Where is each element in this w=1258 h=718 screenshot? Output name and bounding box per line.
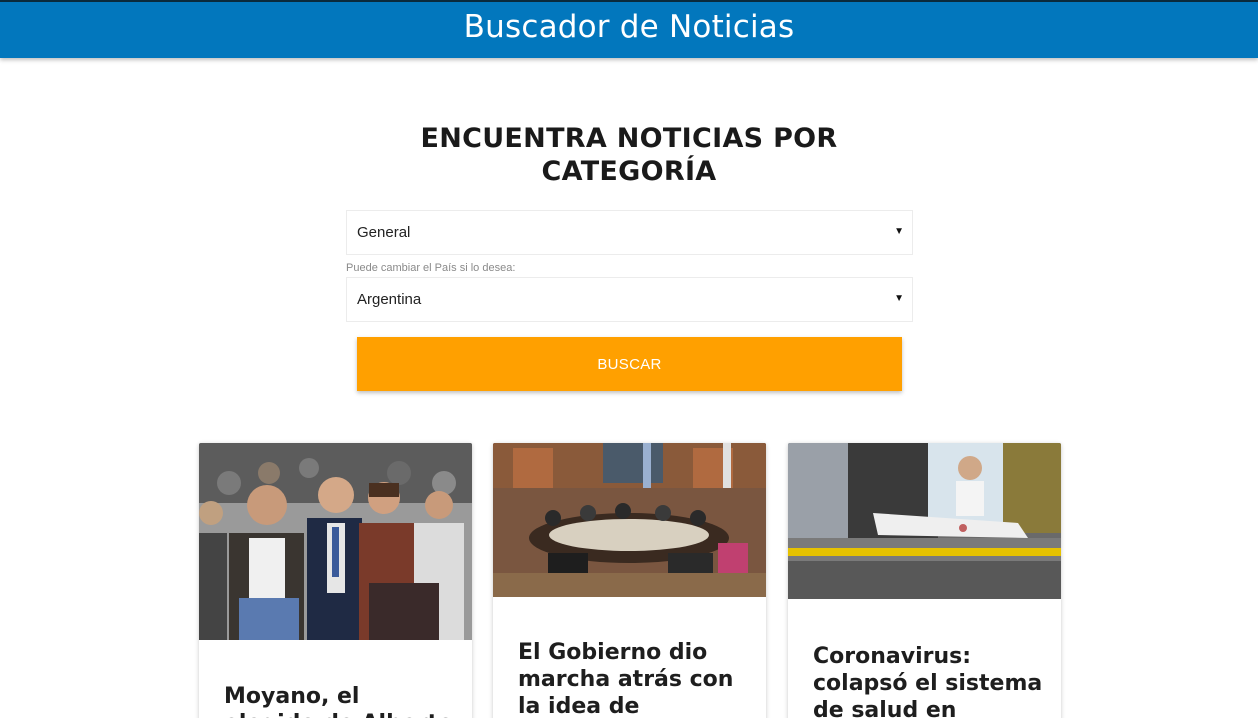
news-card-title[interactable]: Coronavirus: colapsó el sistema de salud…: [813, 643, 1043, 718]
caret-down-icon: ▼: [894, 293, 904, 304]
search-button[interactable]: BUSCAR: [357, 337, 902, 391]
news-card-image[interactable]: [788, 443, 1061, 599]
news-card-image[interactable]: [493, 443, 766, 597]
country-select-value: Argentina: [357, 291, 422, 308]
caret-down-icon: ▼: [894, 226, 904, 237]
news-card-title[interactable]: Moyano, el elegido de Alberto: [224, 683, 454, 718]
country-hint: Puede cambiar el País si lo desea:: [346, 262, 516, 274]
country-select[interactable]: Argentina ▼: [346, 277, 913, 322]
app-header: Buscador de Noticias: [0, 0, 1258, 58]
news-card[interactable]: Moyano, el elegido de Alberto: [199, 443, 472, 718]
search-heading: ENCUENTRA NOTICIAS POR CATEGORÍA: [420, 123, 838, 187]
category-select-value: General: [357, 224, 411, 241]
news-card-title[interactable]: El Gobierno dio marcha atrás con la idea…: [518, 639, 748, 718]
brand-title: Buscador de Noticias: [463, 9, 795, 45]
news-card[interactable]: El Gobierno dio marcha atrás con la idea…: [493, 443, 766, 718]
category-select[interactable]: General ▼: [346, 210, 913, 255]
news-card-image[interactable]: [199, 443, 472, 640]
news-card[interactable]: Coronavirus: colapsó el sistema de salud…: [788, 443, 1061, 718]
